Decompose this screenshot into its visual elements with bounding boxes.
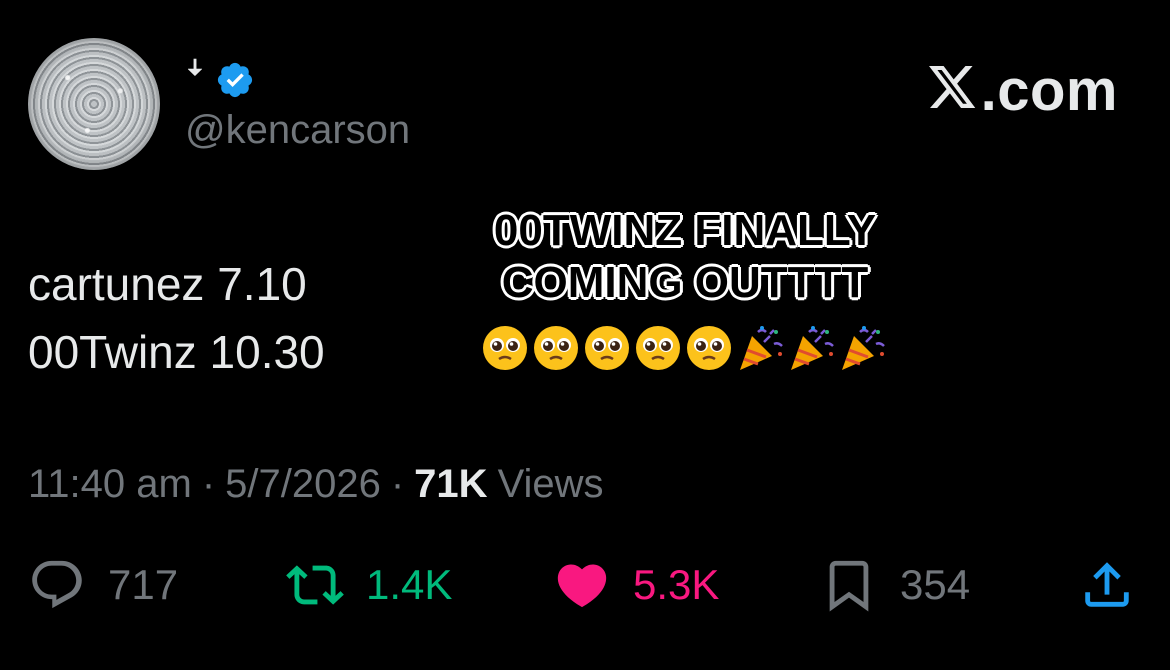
heart-icon bbox=[557, 564, 607, 608]
bookmark-icon bbox=[829, 560, 869, 612]
x-logo-icon bbox=[928, 57, 977, 124]
tweet-date[interactable]: 5/7/2026 bbox=[225, 462, 381, 507]
views-label: Views bbox=[497, 462, 604, 506]
tweet-meta: 11:40 am · 5/7/2026 · 71K Views bbox=[28, 462, 604, 507]
tweet-line: cartunez 7.10 bbox=[28, 258, 307, 310]
author-name-row: ꜜ bbox=[185, 60, 255, 105]
share-icon bbox=[1085, 562, 1129, 607]
repost-icon bbox=[286, 565, 344, 605]
pleading-face-icon bbox=[687, 326, 731, 370]
like-button[interactable]: 5.3K bbox=[553, 556, 719, 614]
party-popper-icon bbox=[791, 326, 834, 370]
separator-dot: · bbox=[201, 462, 216, 506]
overlay-line: COMING OUTTTT bbox=[501, 258, 869, 307]
share-button[interactable] bbox=[1078, 556, 1136, 614]
brand-label: .com bbox=[980, 58, 1118, 123]
tweet-line: 00Twinz 10.30 bbox=[28, 326, 325, 378]
reply-button[interactable]: 717 bbox=[28, 556, 178, 614]
views-count[interactable]: 71K bbox=[414, 462, 487, 507]
author-handle[interactable]: @kencarson bbox=[185, 108, 410, 153]
bookmark-count: 354 bbox=[900, 561, 971, 608]
overlay-line: 00TWINZ FINALLY bbox=[493, 206, 877, 255]
party-popper-icon bbox=[740, 326, 783, 370]
party-popper-icon bbox=[842, 326, 885, 370]
action-bar: 717 1.4K 5.3K 354 bbox=[28, 556, 1143, 620]
tweet-text: cartunez 7.10 00Twinz 10.30 bbox=[28, 250, 325, 386]
display-name[interactable]: ꜜ bbox=[185, 63, 205, 103]
pleading-face-icon bbox=[483, 326, 527, 370]
reply-count: 717 bbox=[108, 561, 179, 608]
repost-count: 1.4K bbox=[366, 561, 453, 608]
tweet-time[interactable]: 11:40 am bbox=[28, 462, 192, 507]
pleading-face-icon bbox=[636, 326, 680, 370]
repost-button[interactable]: 1.4K bbox=[286, 556, 452, 614]
emoji-row bbox=[481, 324, 886, 372]
separator-dot: · bbox=[390, 462, 405, 506]
image-caption-overlay: 00TWINZ FINALLY COMING OUTTTT bbox=[460, 205, 910, 309]
pleading-face-icon bbox=[585, 326, 629, 370]
verified-badge-icon bbox=[215, 60, 255, 105]
pleading-face-icon bbox=[534, 326, 578, 370]
like-count: 5.3K bbox=[633, 561, 720, 608]
bookmark-button[interactable]: 354 bbox=[820, 556, 970, 614]
brand-watermark: .com bbox=[928, 57, 1118, 124]
avatar[interactable] bbox=[28, 38, 160, 170]
reply-icon bbox=[32, 560, 82, 609]
